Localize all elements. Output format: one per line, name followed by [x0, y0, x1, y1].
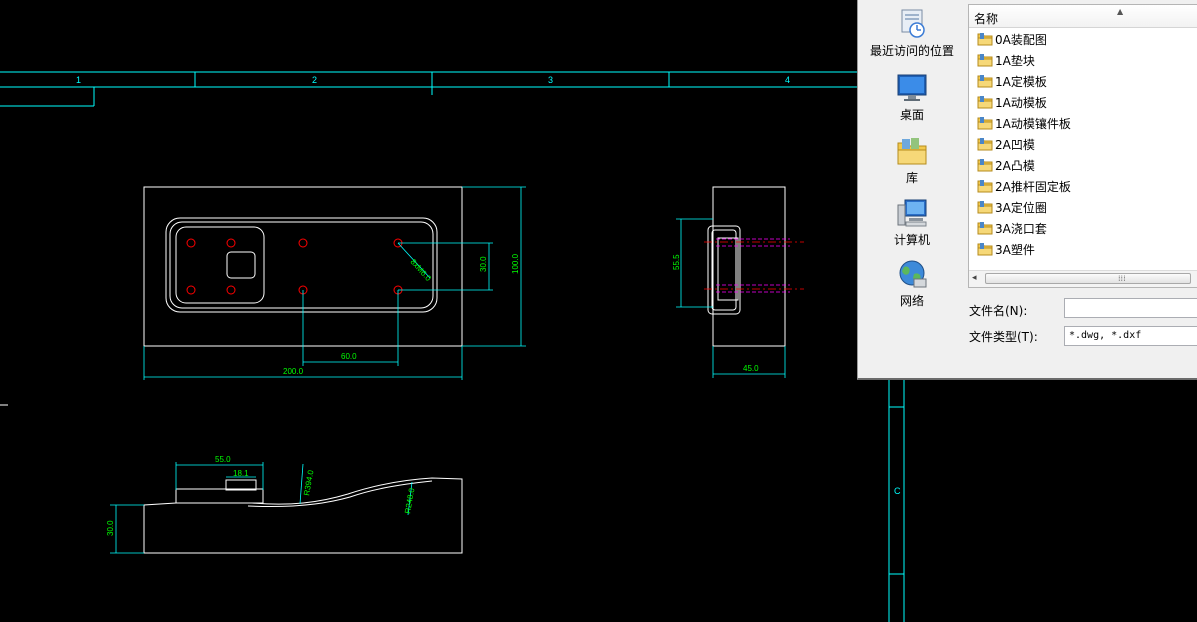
- filename-label: 文件名(N):: [969, 304, 1028, 318]
- dim-section-length: 55.0: [215, 455, 231, 464]
- file-name: 1A垫块: [995, 54, 1035, 68]
- filename-input[interactable]: [1064, 298, 1197, 318]
- file-list-item[interactable]: 0A装配图: [969, 28, 1197, 49]
- recent-places-icon: [895, 8, 929, 40]
- file-name: 2A凸模: [995, 159, 1035, 173]
- computer-icon: [895, 197, 929, 229]
- dim-top-height: 100.0: [511, 253, 520, 274]
- file-list[interactable]: 名称 ▲ 0A装配图 1A垫块 1A定模板 1A动模板 1A动模镶件板 2A凹模 2A凸模 2…: [968, 4, 1197, 288]
- sort-ascending-icon: ▲: [1117, 7, 1124, 16]
- file-list-item[interactable]: 2A凹模: [969, 133, 1197, 154]
- file-name: 3A定位圈: [995, 201, 1047, 215]
- horizontal-scrollbar[interactable]: ◂ ⁞⁞⁞: [969, 270, 1197, 287]
- side-view-centerlines: [704, 241, 804, 290]
- column-header-label: 名称: [974, 12, 999, 26]
- library-icon: [895, 135, 929, 167]
- place-label: 桌面: [899, 108, 924, 122]
- folder-icon: [977, 115, 993, 130]
- filetype-label: 文件类型(T):: [969, 330, 1038, 344]
- dim-hole-vertical: 30.0: [479, 256, 488, 272]
- place-computer[interactable]: 计算机: [858, 197, 966, 248]
- folder-icon: [977, 157, 993, 172]
- network-icon: [895, 258, 929, 290]
- folder-icon: [977, 178, 993, 193]
- top-view-dimensions: [143, 186, 526, 380]
- file-list-item[interactable]: 1A动模板: [969, 91, 1197, 112]
- file-open-dialog: 最近访问的位置 桌面 库 计算机 网络 名称 ▲ 0A装配图 1A垫块 1A定模…: [857, 0, 1197, 380]
- file-name: 2A推杆固定板: [995, 180, 1071, 194]
- filetype-select[interactable]: *.dwg, *.dxf: [1064, 326, 1197, 346]
- file-name: 3A浇口套: [995, 222, 1047, 236]
- file-name: 0A装配图: [995, 33, 1047, 47]
- folder-icon: [977, 136, 993, 151]
- places-bar: 最近访问的位置 桌面 库 计算机 网络: [858, 0, 966, 370]
- dim-top-width: 200.0: [283, 367, 304, 376]
- side-view: [707, 186, 786, 347]
- mounting-holes: [186, 238, 403, 295]
- place-label: 网络: [899, 294, 924, 308]
- dim-side-width: 45.0: [743, 364, 759, 373]
- place-network[interactable]: 网络: [858, 258, 966, 309]
- file-rows: 0A装配图 1A垫块 1A定模板 1A动模板 1A动模镶件板 2A凹模 2A凸模 2A推杆固定…: [969, 28, 1197, 259]
- folder-icon: [977, 73, 993, 88]
- place-label: 最近访问的位置: [869, 44, 954, 58]
- file-name: 3A塑件: [995, 243, 1035, 257]
- file-list-item[interactable]: 3A浇口套: [969, 217, 1197, 238]
- column-header-name[interactable]: 名称 ▲: [969, 5, 1197, 28]
- zone-label-4: 4: [785, 75, 791, 85]
- file-list-item[interactable]: 3A定位圈: [969, 196, 1197, 217]
- file-name: 1A动模板: [995, 96, 1047, 110]
- file-list-item[interactable]: 1A垫块: [969, 49, 1197, 70]
- folder-icon: [977, 52, 993, 67]
- folder-icon: [977, 220, 993, 235]
- section-view-dimensions: [110, 462, 413, 554]
- place-recent[interactable]: 最近访问的位置: [858, 8, 966, 59]
- place-library[interactable]: 库: [858, 135, 966, 186]
- place-label: 计算机: [893, 233, 930, 247]
- zone-label-1: 1: [76, 75, 82, 85]
- dim-section-radius-1: R394.0: [302, 469, 315, 497]
- scrollbar-grip-icon: ⁞⁞⁞: [1118, 274, 1126, 283]
- dim-hole-spacing: 60.0: [341, 352, 357, 361]
- dim-section-pocket: 18.1: [233, 469, 249, 478]
- zone-label-3: 3: [548, 75, 554, 85]
- dim-section-radius-2: R248.0: [403, 487, 416, 515]
- folder-icon: [977, 31, 993, 46]
- zone-label-c: C: [894, 486, 901, 496]
- file-name: 1A动模镶件板: [995, 117, 1071, 131]
- file-list-item[interactable]: 3A塑件: [969, 238, 1197, 259]
- title-border: [0, 71, 905, 622]
- side-view-dimensions: [676, 218, 786, 378]
- folder-icon: [977, 199, 993, 214]
- file-list-item[interactable]: 1A定模板: [969, 70, 1197, 91]
- scrollbar-thumb[interactable]: ⁞⁞⁞: [985, 273, 1191, 284]
- place-desktop[interactable]: 桌面: [858, 72, 966, 123]
- file-list-item[interactable]: 2A凸模: [969, 154, 1197, 175]
- folder-icon: [977, 241, 993, 256]
- scroll-left-icon[interactable]: ◂: [972, 273, 977, 283]
- side-view-hidden-lines: [716, 238, 790, 293]
- desktop-icon: [895, 72, 929, 104]
- place-label: 库: [905, 171, 918, 185]
- file-name: 2A凹模: [995, 138, 1035, 152]
- file-list-item[interactable]: 2A推杆固定板: [969, 175, 1197, 196]
- folder-icon: [977, 94, 993, 109]
- file-list-item[interactable]: 1A动模镶件板: [969, 112, 1197, 133]
- dim-hole-callout: 8xM6.0: [409, 257, 434, 283]
- dim-side-height: 55.5: [672, 254, 681, 270]
- file-name: 1A定模板: [995, 75, 1047, 89]
- dim-section-height: 30.0: [106, 520, 115, 536]
- zone-label-2: 2: [312, 75, 318, 85]
